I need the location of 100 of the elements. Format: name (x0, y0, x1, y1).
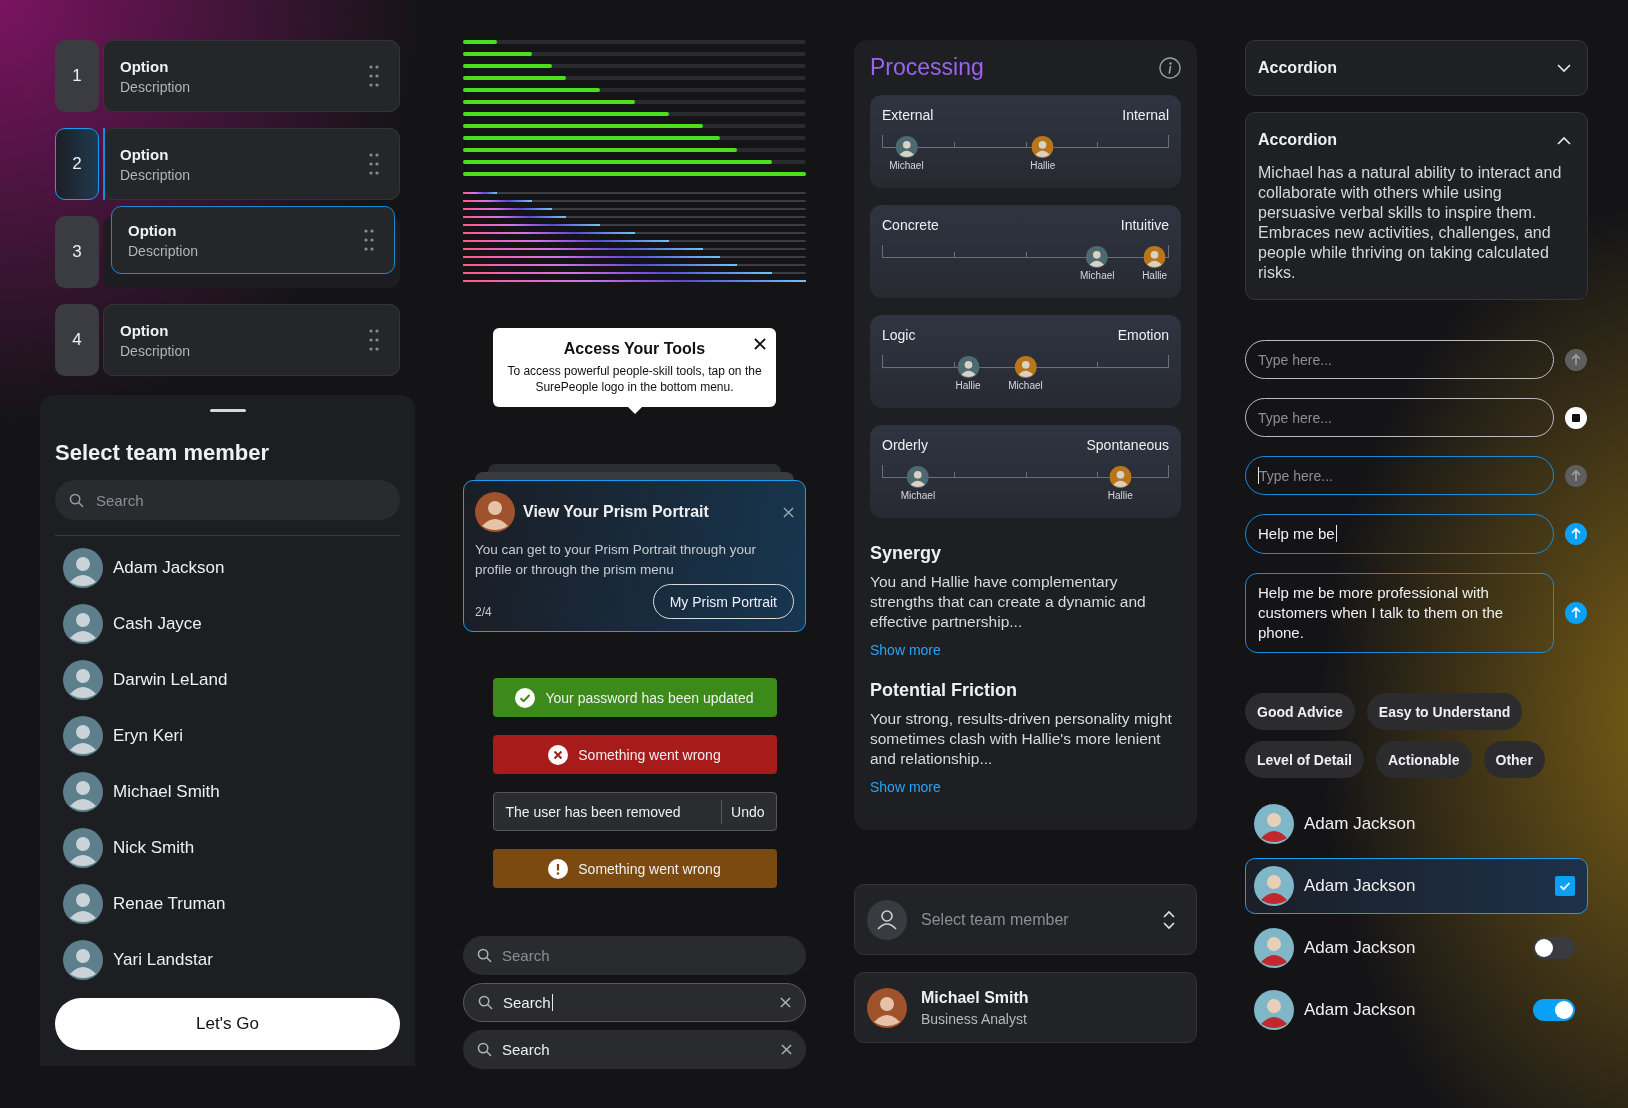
option-description: Description (128, 242, 199, 259)
accordion[interactable] (1245, 112, 1588, 300)
marker-name: Hallie (1107, 490, 1133, 501)
order-number: 2 (55, 128, 99, 200)
step-counter: 2/4 (475, 605, 492, 619)
clear-icon[interactable] (781, 1044, 792, 1055)
marker-name: Hallie (1142, 270, 1168, 281)
send-button[interactable] (1565, 464, 1587, 487)
option-title: Option (120, 57, 170, 75)
feedback-chip[interactable]: Level of Detail (1245, 741, 1364, 778)
lets-go-button[interactable]: Let's Go (55, 998, 400, 1050)
accordion[interactable]: Accordion (1245, 40, 1588, 96)
member-name[interactable]: Michael Smith (113, 782, 220, 802)
avatar-icon (1254, 928, 1294, 968)
option-card[interactable]: Option Description (103, 128, 400, 200)
warning-icon (548, 858, 569, 879)
tour-title: View Your Prism Portrait (523, 503, 710, 521)
undo-button[interactable]: Undo (722, 803, 776, 820)
marker-name: Michael (900, 490, 936, 501)
select-field[interactable]: Select team member (854, 884, 1197, 955)
member-name[interactable]: Nick Smith (113, 838, 195, 858)
toast-message: Something went wrong (578, 860, 721, 877)
order-number: 3 (55, 216, 99, 288)
send-button[interactable] (1565, 523, 1587, 545)
avatar-icon (63, 828, 103, 868)
member-row[interactable]: Adam Jackson (1245, 858, 1588, 914)
user-icon (867, 899, 907, 940)
scale-right-label: Emotion (1117, 327, 1169, 343)
avatar-icon (475, 492, 515, 532)
section-heading: Synergy (870, 543, 943, 564)
info-icon[interactable] (1159, 56, 1181, 79)
send-button[interactable] (1565, 348, 1587, 371)
feedback-chip[interactable]: Other (1483, 741, 1545, 778)
drop-indicator (103, 128, 105, 200)
order-number: 4 (55, 304, 99, 376)
clear-icon[interactable] (780, 997, 791, 1008)
section-text: You and Hallie have complementary strengths that can create a dynamic and effective partnership... (870, 572, 1147, 632)
member-name[interactable]: Eryn Keri (113, 726, 183, 746)
show-more-link[interactable]: Show more (870, 642, 1181, 658)
option-description: Description (120, 342, 191, 359)
search-icon (477, 948, 492, 963)
member-row[interactable]: Adam Jackson (1245, 920, 1588, 976)
member-role: Business Analyst (921, 1010, 1028, 1027)
drag-handle-icon[interactable] (364, 229, 374, 251)
stop-button[interactable] (1565, 406, 1587, 429)
drag-handle-icon[interactable] (369, 153, 379, 175)
scale-left-label: Concrete (882, 217, 939, 233)
member-name[interactable]: Adam Jackson (113, 558, 225, 578)
sheet-handle[interactable] (209, 409, 246, 412)
member-name: Adam Jackson (1304, 876, 1417, 896)
dragged-option-card[interactable]: Option Description (111, 206, 395, 274)
checkbox[interactable] (1555, 876, 1575, 896)
toast-message: Your password has been updated (545, 689, 754, 706)
search-field[interactable]: Search (463, 983, 806, 1022)
section-text: Your strong, results-driven personality might sometimes clash with Hallie's more lenient and relationship... (870, 709, 1173, 769)
avatar-icon (1254, 990, 1294, 1030)
option-card[interactable]: Option Description (103, 40, 400, 112)
chat-input[interactable]: Help me be more professional with customers when I talk to them on the phone. (1245, 573, 1554, 653)
search-field[interactable]: Search (463, 1030, 806, 1069)
accordion-text: Michael has a natural ability to interact and collaborate with others while using persuasive verbal skills to inspire them. Embraces new activities, challenges, and people while thriving on taking calculated risks. (1258, 163, 1563, 283)
member-name: Adam Jackson (1304, 938, 1417, 958)
member-card[interactable]: Michael Smith Business Analyst (854, 972, 1197, 1043)
search-field[interactable]: Search (463, 936, 806, 975)
member-name[interactable]: Darwin LeLand (113, 670, 228, 690)
member-name[interactable]: Renae Truman (113, 894, 226, 914)
avatar-icon (63, 660, 103, 700)
member-name: Adam Jackson (1304, 1000, 1417, 1020)
option-card[interactable]: Option Description (103, 304, 400, 376)
show-more-link[interactable]: Show more (870, 779, 1181, 795)
toggle-switch[interactable] (1533, 937, 1575, 959)
search-icon (478, 995, 493, 1010)
feedback-chip[interactable]: Easy to Understand (1366, 693, 1523, 730)
order-number: 1 (55, 40, 99, 112)
accordion-title: Accordion (1258, 59, 1338, 77)
send-button[interactable] (1565, 602, 1587, 624)
tooltip-text: To access powerful people-skill tools, tap on the SurePeople logo in the bottom menu. (506, 363, 763, 395)
avatar-icon (63, 604, 103, 644)
section-heading: Potential Friction (870, 680, 1018, 701)
member-name: Adam Jackson (1304, 814, 1417, 834)
scale-left-label: External (882, 107, 934, 123)
toggle-switch[interactable] (1533, 999, 1575, 1021)
avatar-icon (63, 716, 103, 756)
member-name[interactable]: Cash Jayce (113, 614, 202, 634)
member-row[interactable]: Adam Jackson (1245, 796, 1588, 852)
search-field[interactable]: Search (55, 480, 400, 520)
avatar-icon (1254, 804, 1294, 844)
scale-right-label: Spontaneous (1086, 437, 1169, 453)
feedback-chip[interactable]: Actionable (1375, 741, 1472, 778)
toast-message: Something went wrong (578, 746, 721, 763)
option-title: Option (120, 321, 170, 339)
member-row[interactable]: Adam Jackson (1245, 982, 1588, 1038)
feedback-chip[interactable]: Good Advice (1245, 693, 1355, 730)
avatar-icon (63, 940, 103, 980)
drag-handle-icon[interactable] (369, 329, 379, 351)
close-icon[interactable] (754, 338, 766, 350)
accordion-title: Accordion (1258, 131, 1338, 149)
member-name[interactable]: Yari Landstar (113, 950, 213, 970)
sheet-title: Select team member (55, 440, 270, 466)
drag-handle-icon[interactable] (369, 65, 379, 87)
scale-left-label: Logic (882, 327, 916, 343)
